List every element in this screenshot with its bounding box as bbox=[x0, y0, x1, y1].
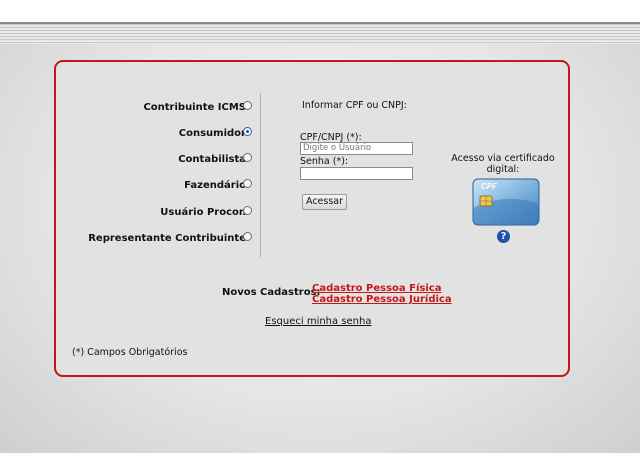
profile-label-contribuinte-icms: Contribuinte ICMS bbox=[143, 102, 246, 113]
header-stripes bbox=[0, 22, 640, 44]
profile-label-fazendario: Fazendário bbox=[184, 180, 246, 191]
profile-radio-consumidor[interactable] bbox=[243, 127, 252, 136]
profile-radio-usuario-procon[interactable] bbox=[243, 206, 252, 215]
login-panel: Contribuinte ICMS Consumidor Contabilist… bbox=[54, 60, 570, 377]
password-input[interactable] bbox=[300, 167, 413, 180]
link-cadastro-pessoa-fisica[interactable]: Cadastro Pessoa Física bbox=[312, 283, 441, 294]
profile-label-contabilista: Contabilista bbox=[178, 154, 246, 165]
login-heading: Informar CPF ou CNPJ: bbox=[302, 100, 407, 111]
acessar-button[interactable]: Acessar bbox=[302, 194, 347, 210]
vertical-divider bbox=[260, 93, 261, 257]
novos-cadastros-label: Novos Cadastros: bbox=[222, 287, 321, 298]
certificate-text: Acesso via certificado digital: bbox=[451, 153, 555, 175]
help-icon[interactable]: ? bbox=[497, 230, 510, 243]
top-bar bbox=[0, 0, 640, 22]
cpf-input[interactable] bbox=[300, 142, 413, 155]
profile-label-consumidor: Consumidor bbox=[178, 128, 246, 139]
profile-radio-contabilista[interactable] bbox=[243, 153, 252, 162]
header-divider bbox=[0, 22, 640, 24]
link-cadastro-pessoa-juridica[interactable]: Cadastro Pessoa Jurídica bbox=[312, 294, 452, 305]
profile-radio-fazendario[interactable] bbox=[243, 179, 252, 188]
card-cpf-text: CPF bbox=[481, 182, 498, 191]
required-fields-note: (*) Campos Obrigatórios bbox=[72, 347, 188, 358]
password-label: Senha (*): bbox=[300, 156, 349, 167]
profile-radio-representante-contribuinte[interactable] bbox=[243, 232, 252, 241]
profile-radio-contribuinte-icms[interactable] bbox=[243, 101, 252, 110]
certificate-card-icon[interactable]: CPF bbox=[472, 178, 540, 226]
profile-label-usuario-procon: Usuário Procon bbox=[160, 207, 246, 218]
profile-label-representante-contribuinte: Representante Contribuinte bbox=[88, 233, 246, 244]
forgot-password-link[interactable]: Esqueci minha senha bbox=[265, 316, 372, 327]
